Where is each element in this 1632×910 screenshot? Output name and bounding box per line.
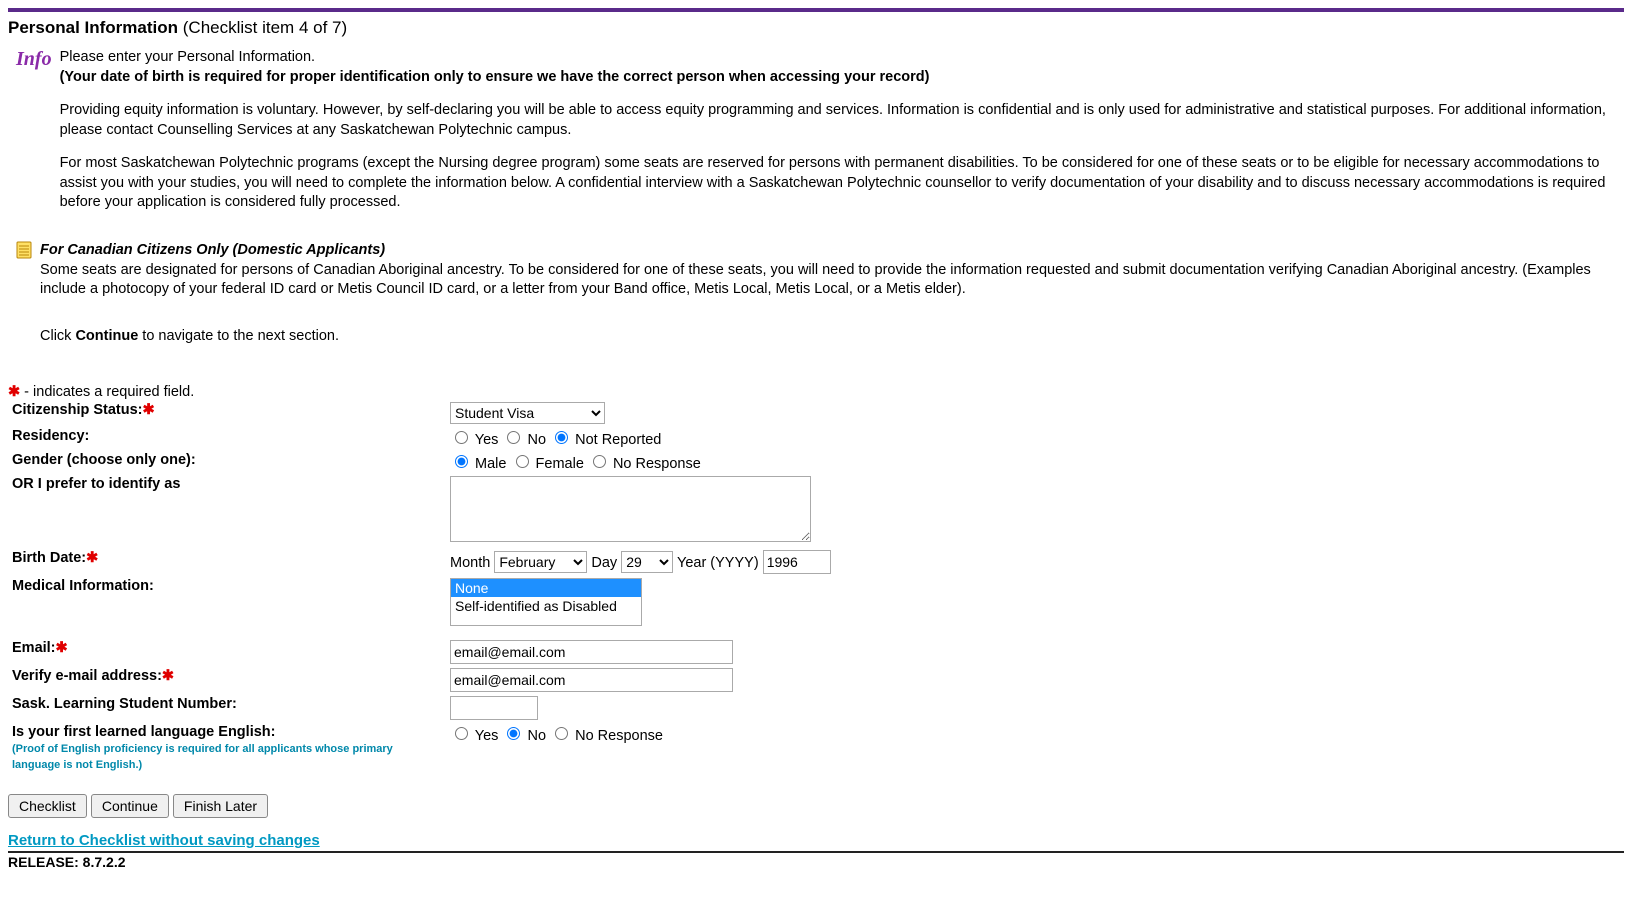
continue-instruction: Click Continue to navigate to the next s… — [40, 328, 1624, 344]
return-to-checklist-link[interactable]: Return to Checklist without saving chang… — [8, 832, 1624, 849]
medical-listbox[interactable]: None Self-identified as Disabled — [450, 578, 642, 626]
firstlang-no-radio[interactable] — [507, 727, 520, 740]
info-icon: Info — [16, 48, 52, 71]
info-para2: Providing equity information is voluntar… — [60, 101, 1624, 140]
note-block: For Canadian Citizens Only (Domestic App… — [8, 241, 1624, 314]
gender-female-radio[interactable] — [516, 455, 529, 468]
continue-button[interactable]: Continue — [91, 794, 169, 818]
form-table: Citizenship Status:✱ Student Visa Reside… — [8, 400, 835, 774]
gender-male-radio[interactable] — [455, 455, 468, 468]
info-line1-bold: (Your date of birth is required for prop… — [60, 69, 930, 85]
day-select[interactable]: 29 — [621, 551, 673, 573]
medical-option-none[interactable]: None — [451, 579, 641, 597]
first-lang-group: Yes No No Response — [446, 722, 835, 774]
month-select[interactable]: February — [494, 551, 587, 573]
month-label: Month — [450, 555, 490, 571]
identify-as-textarea[interactable] — [450, 476, 811, 542]
release-label: RELEASE: 8.7.2.2 — [8, 854, 1624, 870]
email-label: Email: — [12, 640, 56, 656]
citizenship-select[interactable]: Student Visa — [450, 402, 605, 424]
sask-number-input[interactable] — [450, 696, 538, 720]
info-para3: For most Saskatchewan Polytechnic progra… — [60, 154, 1624, 213]
day-label: Day — [591, 555, 617, 571]
gender-group: Male Female No Response — [446, 450, 835, 474]
sask-number-label: Sask. Learning Student Number: — [12, 696, 237, 712]
firstlang-noresponse-radio[interactable] — [555, 727, 568, 740]
year-label: Year (YYYY) — [677, 555, 759, 571]
top-rule — [8, 8, 1624, 12]
residency-group: Yes No Not Reported — [446, 426, 835, 450]
residency-notreported-radio[interactable] — [555, 431, 568, 444]
note-text: For Canadian Citizens Only (Domestic App… — [40, 241, 1624, 314]
first-lang-label: Is your first learned language English: — [12, 724, 275, 740]
residency-label: Residency: — [12, 428, 89, 444]
email-input[interactable] — [450, 640, 733, 664]
birthdate-label: Birth Date: — [12, 550, 86, 566]
medical-option-disabled[interactable]: Self-identified as Disabled — [451, 597, 641, 615]
verify-email-input[interactable] — [450, 668, 733, 692]
info-block: Info Please enter your Personal Informat… — [8, 48, 1624, 227]
button-row: Checklist Continue Finish Later — [8, 794, 1624, 818]
page-title-bold: Personal Information — [8, 18, 178, 37]
required-legend: ✱ - indicates a required field. — [8, 384, 1624, 400]
page-title-suffix: (Checklist item 4 of 7) — [178, 18, 347, 37]
checklist-button[interactable]: Checklist — [8, 794, 87, 818]
note-title: For Canadian Citizens Only (Domestic App… — [40, 242, 385, 258]
citizenship-label: Citizenship Status: — [12, 402, 143, 418]
gender-noresponse-radio[interactable] — [593, 455, 606, 468]
notepad-icon — [16, 241, 32, 259]
page-title: Personal Information (Checklist item 4 o… — [8, 18, 1624, 38]
note-body: Some seats are designated for persons of… — [40, 262, 1591, 298]
year-input[interactable] — [763, 550, 831, 574]
gender-label: Gender (choose only one): — [12, 452, 196, 468]
residency-no-radio[interactable] — [507, 431, 520, 444]
info-text: Please enter your Personal Information. … — [60, 48, 1624, 227]
verify-email-label: Verify e-mail address: — [12, 668, 162, 684]
bottom-rule — [8, 851, 1624, 853]
finish-later-button[interactable]: Finish Later — [173, 794, 268, 818]
firstlang-yes-radio[interactable] — [455, 727, 468, 740]
first-lang-note: (Proof of English proficiency is require… — [12, 743, 393, 771]
info-line1: Please enter your Personal Information. — [60, 49, 316, 65]
identify-as-label: OR I prefer to identify as — [12, 476, 180, 492]
medical-label: Medical Information: — [12, 578, 154, 594]
residency-yes-radio[interactable] — [455, 431, 468, 444]
